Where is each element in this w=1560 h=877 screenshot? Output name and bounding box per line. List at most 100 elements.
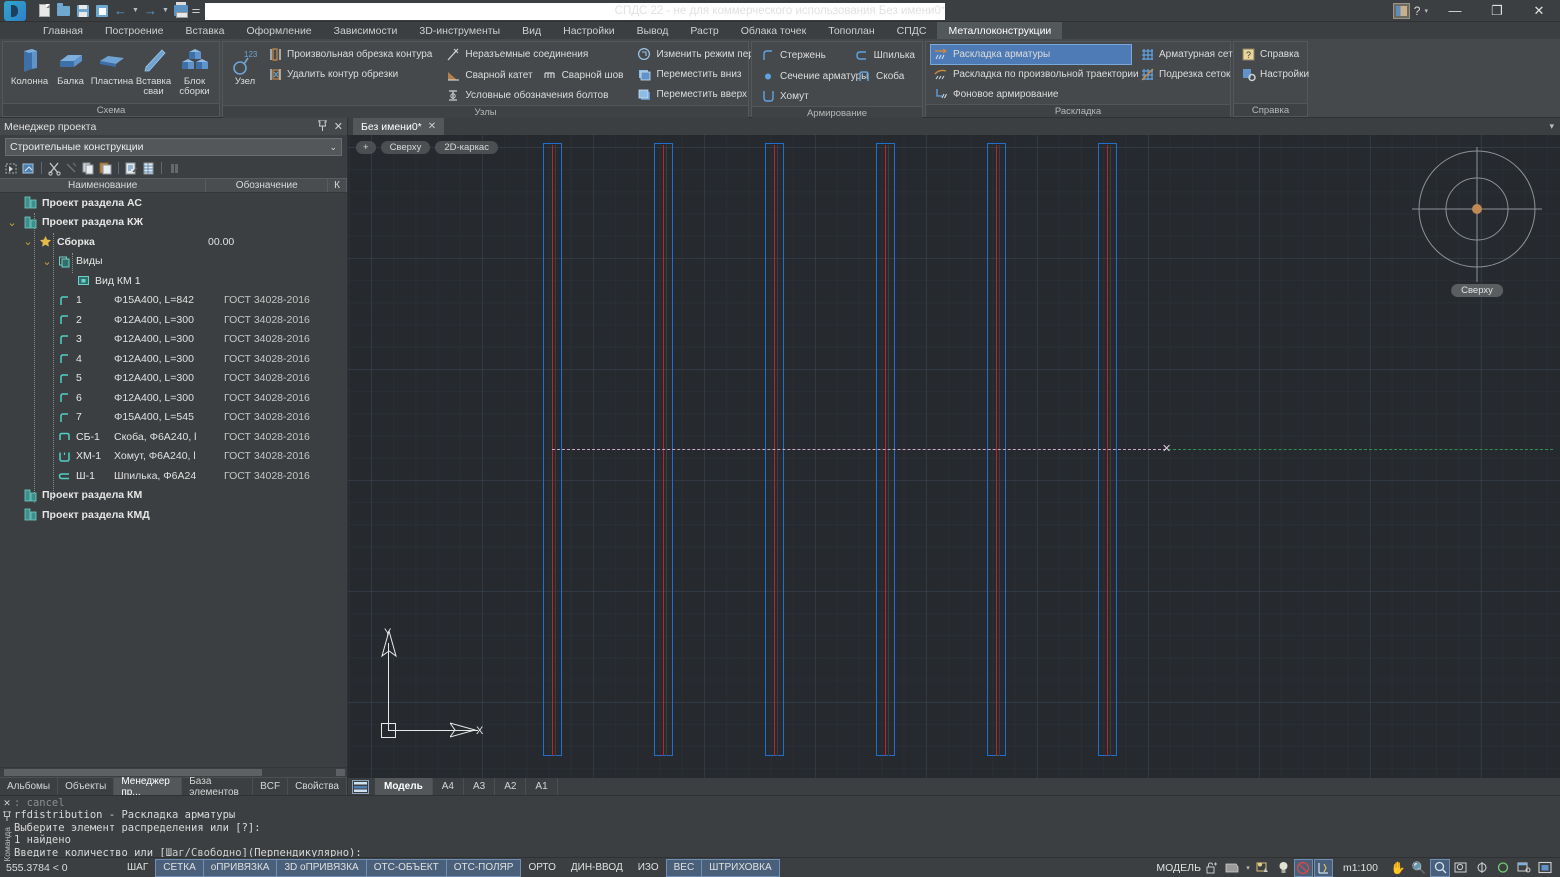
- toggle-hatch[interactable]: ШТРИХОВКА: [702, 860, 778, 876]
- project-tree-hscrollbar[interactable]: [0, 767, 347, 777]
- project-type-combo[interactable]: Строительные конструкции ⌄: [5, 138, 342, 156]
- pin-icon[interactable]: [3, 811, 11, 823]
- tree-row-project-kmd[interactable]: Проект раздела КМД: [0, 505, 347, 525]
- delete-trim-contour-button[interactable]: Удалить контур обрезки: [265, 65, 435, 84]
- tab-objects[interactable]: Объекты: [58, 778, 114, 795]
- tab-element-base[interactable]: База элементов: [182, 778, 253, 795]
- assembly-block-button[interactable]: Блок сборки: [174, 45, 215, 97]
- spec-table-icon[interactable]: [141, 161, 156, 176]
- ribbon-tab-nastroyki[interactable]: Настройки: [552, 22, 626, 39]
- document-tab[interactable]: Без имени0* ✕: [353, 118, 444, 135]
- undo-icon[interactable]: ←: [112, 2, 129, 19]
- pile-insert-button[interactable]: Вставка сваи: [133, 45, 174, 97]
- ribbon-tab-vid[interactable]: Вид: [511, 22, 552, 39]
- tree-row-rebar[interactable]: 6 Φ12А400, L=300 ГОСТ 34028-2016: [0, 388, 347, 408]
- background-reinforcement-button[interactable]: Фоновое армирование: [931, 85, 1131, 104]
- weld-seam-button[interactable]: Сварной шов: [540, 66, 627, 85]
- tab-albums[interactable]: Альбомы: [0, 778, 58, 795]
- drawing-canvas[interactable]: + Сверху 2D-каркас ✕: [348, 135, 1560, 778]
- chevron-down-icon[interactable]: ▾: [1244, 860, 1252, 876]
- chevron-down-icon[interactable]: ▾: [1549, 121, 1554, 132]
- tree-row-project-as[interactable]: Проект раздела АС: [0, 193, 347, 213]
- annotation-scale-label[interactable]: m1:100: [1335, 862, 1386, 874]
- refresh-icon[interactable]: [21, 161, 36, 176]
- save-as-icon[interactable]: [93, 2, 110, 19]
- expander-icon[interactable]: ⌄: [41, 255, 53, 268]
- column-header-name[interactable]: Наименование: [0, 179, 206, 192]
- layout-tab-a2[interactable]: A2: [495, 778, 526, 795]
- clean-screen-icon[interactable]: [1515, 860, 1533, 876]
- tree-row-assembly[interactable]: ⌄ Сборка 00.00: [0, 232, 347, 252]
- undo-dropdown-icon[interactable]: ▼: [131, 2, 140, 19]
- pan-icon[interactable]: ✋: [1389, 860, 1407, 876]
- scrollbar-thumb[interactable]: [4, 769, 262, 776]
- rebar-layout-button[interactable]: Раскладка арматуры: [931, 45, 1131, 64]
- expander-icon[interactable]: ⌄: [22, 235, 34, 248]
- maximize-button[interactable]: ❐: [1476, 0, 1518, 22]
- tree-row-rebar[interactable]: 1 Φ15А400, L=842 ГОСТ 34028-2016: [0, 291, 347, 311]
- save-icon[interactable]: [74, 2, 91, 19]
- ribbon-tab-3d-instrumenty[interactable]: 3D-инструменты: [408, 22, 511, 39]
- toggle-otrack-polar[interactable]: ОТС-ПОЛЯР: [447, 860, 521, 876]
- print-icon[interactable]: [172, 2, 189, 19]
- column-header-designation[interactable]: Обозначение: [206, 179, 328, 192]
- layout-preview-icon[interactable]: [1393, 3, 1410, 19]
- command-line-text[interactable]: : cancel rfdistribution - Раскладка арма…: [14, 796, 1560, 857]
- plate-button[interactable]: Пластина: [91, 45, 133, 87]
- toggle-otrack-object[interactable]: ОТС-ОБЪЕКТ: [367, 860, 446, 876]
- viewport-menu-button[interactable]: +: [356, 141, 376, 154]
- customize-qat-icon[interactable]: ⚌: [191, 2, 201, 19]
- weld-leg-button[interactable]: Сварной катет: [443, 66, 535, 85]
- tree-row-rebar[interactable]: 7 Φ15А400, L=545 ГОСТ 34028-2016: [0, 408, 347, 428]
- new-file-icon[interactable]: [36, 2, 53, 19]
- ucs-icon[interactable]: [1315, 860, 1332, 876]
- tab-bcf[interactable]: BCF: [253, 778, 288, 795]
- ribbon-tab-vstavka[interactable]: Вставка: [174, 22, 235, 39]
- tree-row-views[interactable]: ⌄ Виды: [0, 252, 347, 272]
- arbitrary-contour-trim-button[interactable]: Произвольная обрезка контура: [265, 45, 435, 64]
- redo-dropdown-icon[interactable]: ▼: [161, 2, 170, 19]
- paste-icon[interactable]: [98, 161, 113, 176]
- toggle-iso[interactable]: ИЗО: [631, 860, 666, 876]
- rebar-section-button[interactable]: Сечение арматуры: [758, 67, 850, 86]
- tree-row-project-km[interactable]: Проект раздела КМ: [0, 486, 347, 506]
- tree-row-stud[interactable]: Ш-1 Шпилька, Φ6А24 ГОСТ 34028-2016: [0, 466, 347, 486]
- permanent-joints-button[interactable]: Неразъемные соединения: [443, 45, 626, 64]
- orbit-free-icon[interactable]: [1494, 860, 1512, 876]
- minimize-button[interactable]: —: [1434, 0, 1476, 22]
- tree-row-rebar[interactable]: 5 Φ12А400, L=300 ГОСТ 34028-2016: [0, 369, 347, 389]
- close-icon[interactable]: ✕: [334, 120, 343, 133]
- open-file-icon[interactable]: [55, 2, 72, 19]
- select-icon[interactable]: [4, 161, 19, 176]
- ribbon-tab-zavisimosti[interactable]: Зависимости: [323, 22, 409, 39]
- close-button[interactable]: ✕: [1518, 0, 1560, 22]
- ribbon-tab-postroenie[interactable]: Построение: [94, 22, 174, 39]
- view-compass[interactable]: Сверху: [1412, 147, 1542, 297]
- ribbon-tab-glavnaya[interactable]: Главная: [32, 22, 94, 39]
- copy-icon[interactable]: [81, 161, 96, 176]
- help-dropdown-icon[interactable]: ▾: [1424, 7, 1428, 15]
- cut-icon[interactable]: [47, 161, 62, 176]
- scrollbar-right-button[interactable]: [336, 769, 345, 776]
- fullscreen-icon[interactable]: [1536, 860, 1554, 876]
- edit-properties-icon[interactable]: [124, 161, 139, 176]
- tab-properties[interactable]: Свойства: [288, 778, 347, 795]
- bracket-button[interactable]: Скоба: [854, 67, 907, 86]
- ribbon-tab-oformlenie[interactable]: Оформление: [235, 22, 322, 39]
- zoom-extents-icon[interactable]: [1452, 860, 1470, 876]
- layout-tab-a3[interactable]: A3: [464, 778, 495, 795]
- stud-button[interactable]: Шпилька: [852, 46, 918, 65]
- column-header-k[interactable]: К: [328, 179, 347, 192]
- help-button[interactable]: ? Справка: [1238, 45, 1312, 64]
- ribbon-tab-vyvod[interactable]: Вывод: [626, 22, 680, 39]
- model-space-label[interactable]: МОДЕЛЬ: [1156, 862, 1201, 874]
- view-compass-label[interactable]: Сверху: [1451, 284, 1503, 297]
- beam-button[interactable]: Балка: [50, 45, 91, 87]
- toggle-grid[interactable]: СЕТКА: [156, 860, 203, 876]
- ribbon-tab-oblaka-tochek[interactable]: Облака точек: [730, 22, 817, 39]
- column-button[interactable]: Колонна: [9, 45, 50, 87]
- tree-row-bracket[interactable]: СБ-1 Скоба, Φ6А240, l ГОСТ 34028-2016: [0, 427, 347, 447]
- settings-button[interactable]: Настройки: [1238, 65, 1312, 84]
- toggle-lineweight[interactable]: ВЕС: [667, 860, 702, 876]
- coordinates-display[interactable]: 555.3784 < 0: [0, 862, 120, 874]
